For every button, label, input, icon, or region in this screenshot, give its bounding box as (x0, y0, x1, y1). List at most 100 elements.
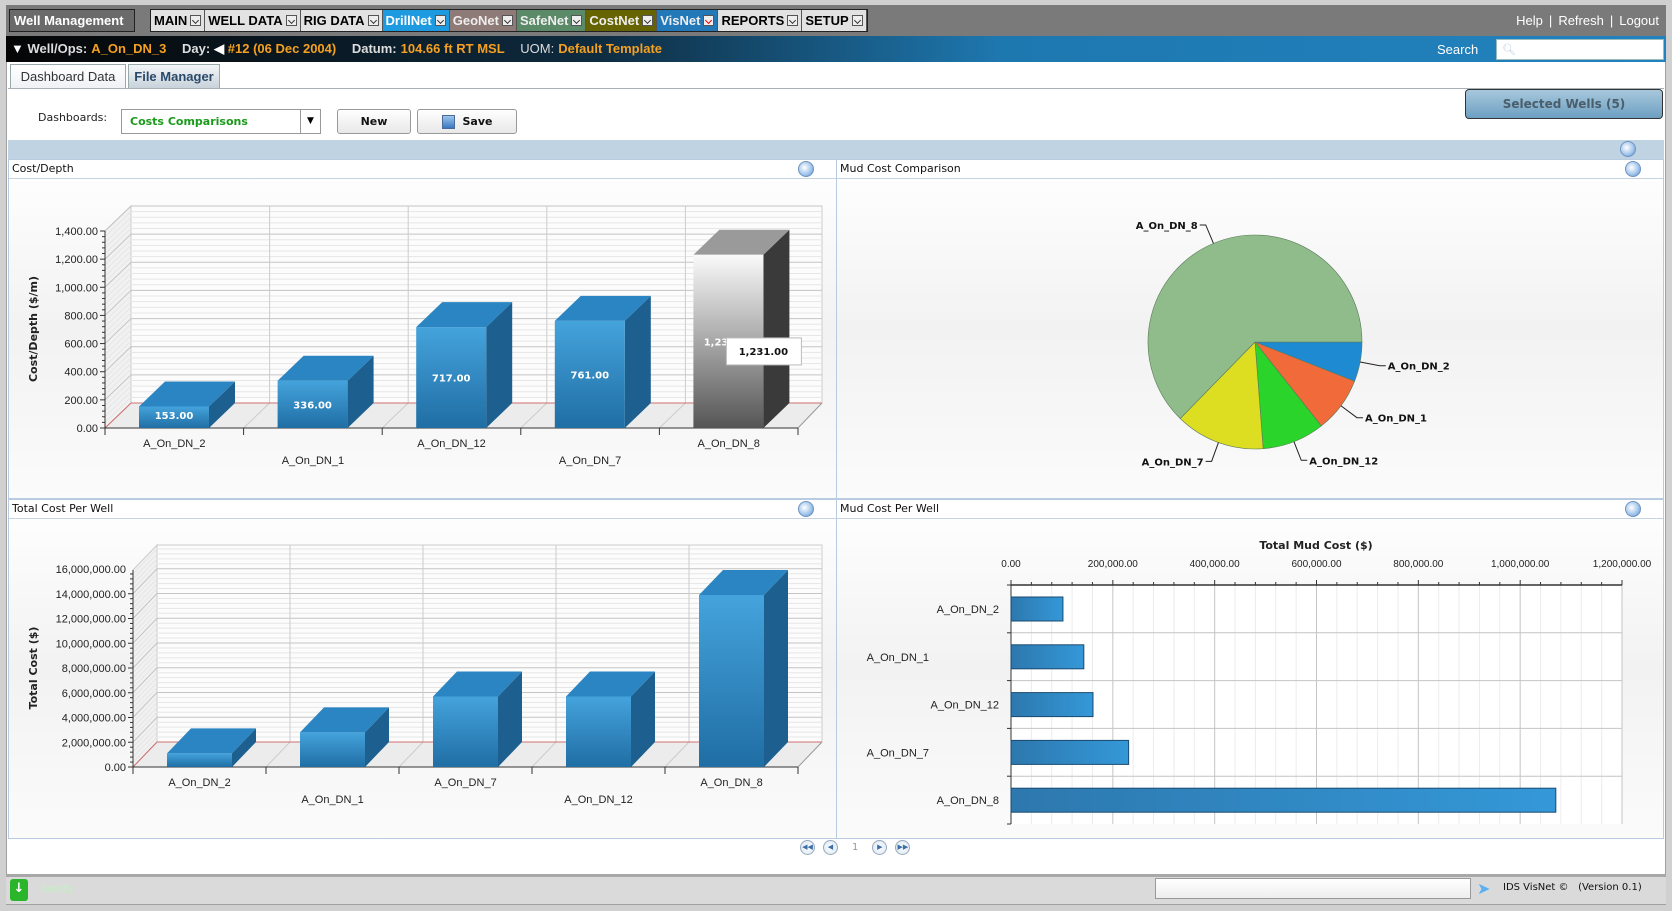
chevron-down-icon[interactable] (787, 15, 799, 27)
wrench-icon[interactable] (1625, 161, 1641, 177)
bar-A_On_DN_2[interactable] (1010, 596, 1064, 622)
menu-drillnet[interactable]: DrillNet (382, 10, 450, 31)
day-value[interactable]: #12 (06 Dec 2004) (228, 41, 336, 56)
dashboard-select[interactable]: Costs Comparisons ▼ (121, 109, 321, 134)
x-tick-label: A_On_DN_1 (282, 455, 344, 467)
help-link[interactable]: Help (1516, 13, 1543, 28)
y-tick-label: 800.00 (64, 310, 98, 322)
well-management-menu[interactable]: Well Management (9, 9, 135, 48)
status-input[interactable] (1155, 878, 1471, 899)
menu-reports[interactable]: REPORTS (718, 10, 803, 31)
chevron-down-icon[interactable] (501, 15, 513, 27)
wrench-icon[interactable] (1625, 501, 1641, 517)
y-tick-label: 1,400.00 (55, 226, 98, 238)
x-tick-label: A_On_DN_2 (143, 438, 205, 450)
y-tick-label: 1,200.00 (55, 254, 98, 266)
last-page-icon[interactable]: ▶▶ (895, 839, 911, 855)
x-axis-title: Total Mud Cost ($) (1259, 539, 1372, 552)
search-label: Search (1437, 42, 1479, 57)
menu-geonet[interactable]: GeoNet (449, 10, 517, 31)
menu-label: REPORTS (721, 13, 785, 28)
bar-A_On_DN_8[interactable] (693, 229, 790, 428)
bar-A_On_DN_1[interactable] (1010, 644, 1085, 670)
chevron-down-icon[interactable] (434, 15, 446, 27)
uom-value[interactable]: Default Template (558, 41, 662, 56)
dropdown-arrow-icon[interactable]: ▼ (300, 110, 320, 133)
panel-cost-depth: Cost/Depth 0.00 200.00 400.00 600.00 800.00 1… (8, 159, 837, 499)
bar-front (167, 753, 232, 767)
top-links: Help | Refresh | Logout (1513, 13, 1662, 28)
well-value[interactable]: A_On_DN_3 (91, 41, 166, 56)
x-tick-label: A_On_DN_2 (168, 777, 230, 789)
menu-visnet[interactable]: VisNet (657, 10, 719, 31)
chevron-down-icon[interactable] (703, 15, 715, 27)
bar-A_On_DN_12[interactable] (1010, 692, 1094, 718)
prev-page-icon[interactable]: ◀ (823, 839, 838, 855)
menu-safenet[interactable]: SafeNet (516, 10, 587, 31)
bar-A_On_DN_7[interactable] (1010, 739, 1130, 765)
menu-label: SafeNet (519, 13, 569, 28)
menu-main[interactable]: MAIN (151, 10, 206, 31)
filter-icon[interactable]: ▼ (11, 41, 24, 56)
next-page-icon[interactable]: ▶ (872, 839, 888, 855)
tab-file-manager[interactable]: File Manager (128, 64, 220, 88)
refresh-link[interactable]: Refresh (1558, 13, 1604, 28)
new-button[interactable]: New (337, 109, 411, 134)
pie-label: A_On_DN_2 (1388, 362, 1450, 373)
pie-label: A_On_DN_12 (1309, 456, 1378, 467)
chevron-down-icon[interactable] (190, 15, 202, 27)
wrench-icon[interactable] (798, 161, 814, 177)
bar-A_On_DN_12[interactable] (416, 302, 513, 428)
save-icon (441, 115, 455, 129)
first-page-icon[interactable]: ◀◀ (800, 839, 815, 855)
bar-A_On_DN_7[interactable] (433, 671, 522, 767)
wrench-icon[interactable] (1620, 141, 1636, 157)
menu-costnet[interactable]: CostNet (586, 10, 658, 31)
chevron-down-icon[interactable] (642, 15, 654, 27)
logout-link[interactable]: Logout (1619, 13, 1659, 28)
search-icon: 🔍︎ (1502, 43, 1516, 56)
pie-label: A_On_DN_8 (1136, 221, 1198, 232)
tab-dashboard-data[interactable]: Dashboard Data (10, 64, 126, 89)
bar-front (699, 594, 764, 767)
day-label: Day: (181, 41, 211, 56)
panel-title: Cost/Depth (12, 162, 74, 175)
status-text: Ready (40, 882, 75, 895)
selected-wells-button[interactable]: Selected Wells (5) (1465, 89, 1663, 119)
main-menu: MAIN WELL DATA RIG DATA DrillNet GeoNet SafeN… (150, 9, 868, 32)
bar-value-label: 336.00 (293, 400, 332, 411)
y-tick-label: 600.00 (64, 339, 98, 351)
y-tick-label: 0.00 (105, 762, 126, 774)
save-button[interactable]: Save (417, 109, 517, 134)
menu-well-data[interactable]: WELL DATA (205, 10, 301, 31)
y-tick-label: A_On_DN_1 (867, 652, 929, 664)
wrench-icon[interactable] (798, 501, 814, 517)
menu-setup[interactable]: SETUP (802, 10, 867, 31)
chevron-down-icon[interactable] (851, 15, 863, 27)
leader-line (1293, 441, 1308, 461)
arrow-icon: ➤ (1477, 879, 1491, 898)
bar-value-label: 153.00 (155, 411, 194, 422)
chevron-down-icon[interactable] (367, 15, 379, 27)
separator: | (1548, 13, 1553, 28)
bar-side (764, 569, 788, 767)
mud-cost-bar-chart: 0.00 200,000.00 400,000.00 600,000.00 800,00… (867, 539, 1652, 825)
bar-A_On_DN_8[interactable] (1010, 787, 1557, 813)
panel-total-cost-per-well: Total Cost Per Well 0.00 2,000,000.00 4,00… (8, 499, 837, 839)
x-tick-label: A_On_DN_7 (434, 777, 496, 789)
search-input[interactable] (1496, 39, 1664, 60)
bar-A_On_DN_12[interactable] (566, 671, 655, 767)
version-text: IDS VisNet © (Version 0.1) (1503, 882, 1642, 893)
bar-A_On_DN_7[interactable] (554, 295, 651, 428)
leader-line (1340, 405, 1363, 419)
chevron-down-icon[interactable] (285, 15, 297, 27)
dashboards-label: Dashboards: (38, 111, 108, 124)
y-tick-label: 1,000.00 (55, 282, 98, 294)
prev-day-icon[interactable]: ◀ (214, 41, 224, 56)
pager: ◀◀ ◀ 1 ▶ ▶▶ (800, 838, 911, 856)
panel-title: Mud Cost Per Well (840, 502, 940, 515)
menu-rig-data[interactable]: RIG DATA (300, 10, 383, 31)
y-tick-label: 8,000,000.00 (62, 663, 126, 675)
chevron-down-icon[interactable] (571, 15, 583, 27)
bar-A_On_DN_8[interactable] (699, 569, 788, 767)
